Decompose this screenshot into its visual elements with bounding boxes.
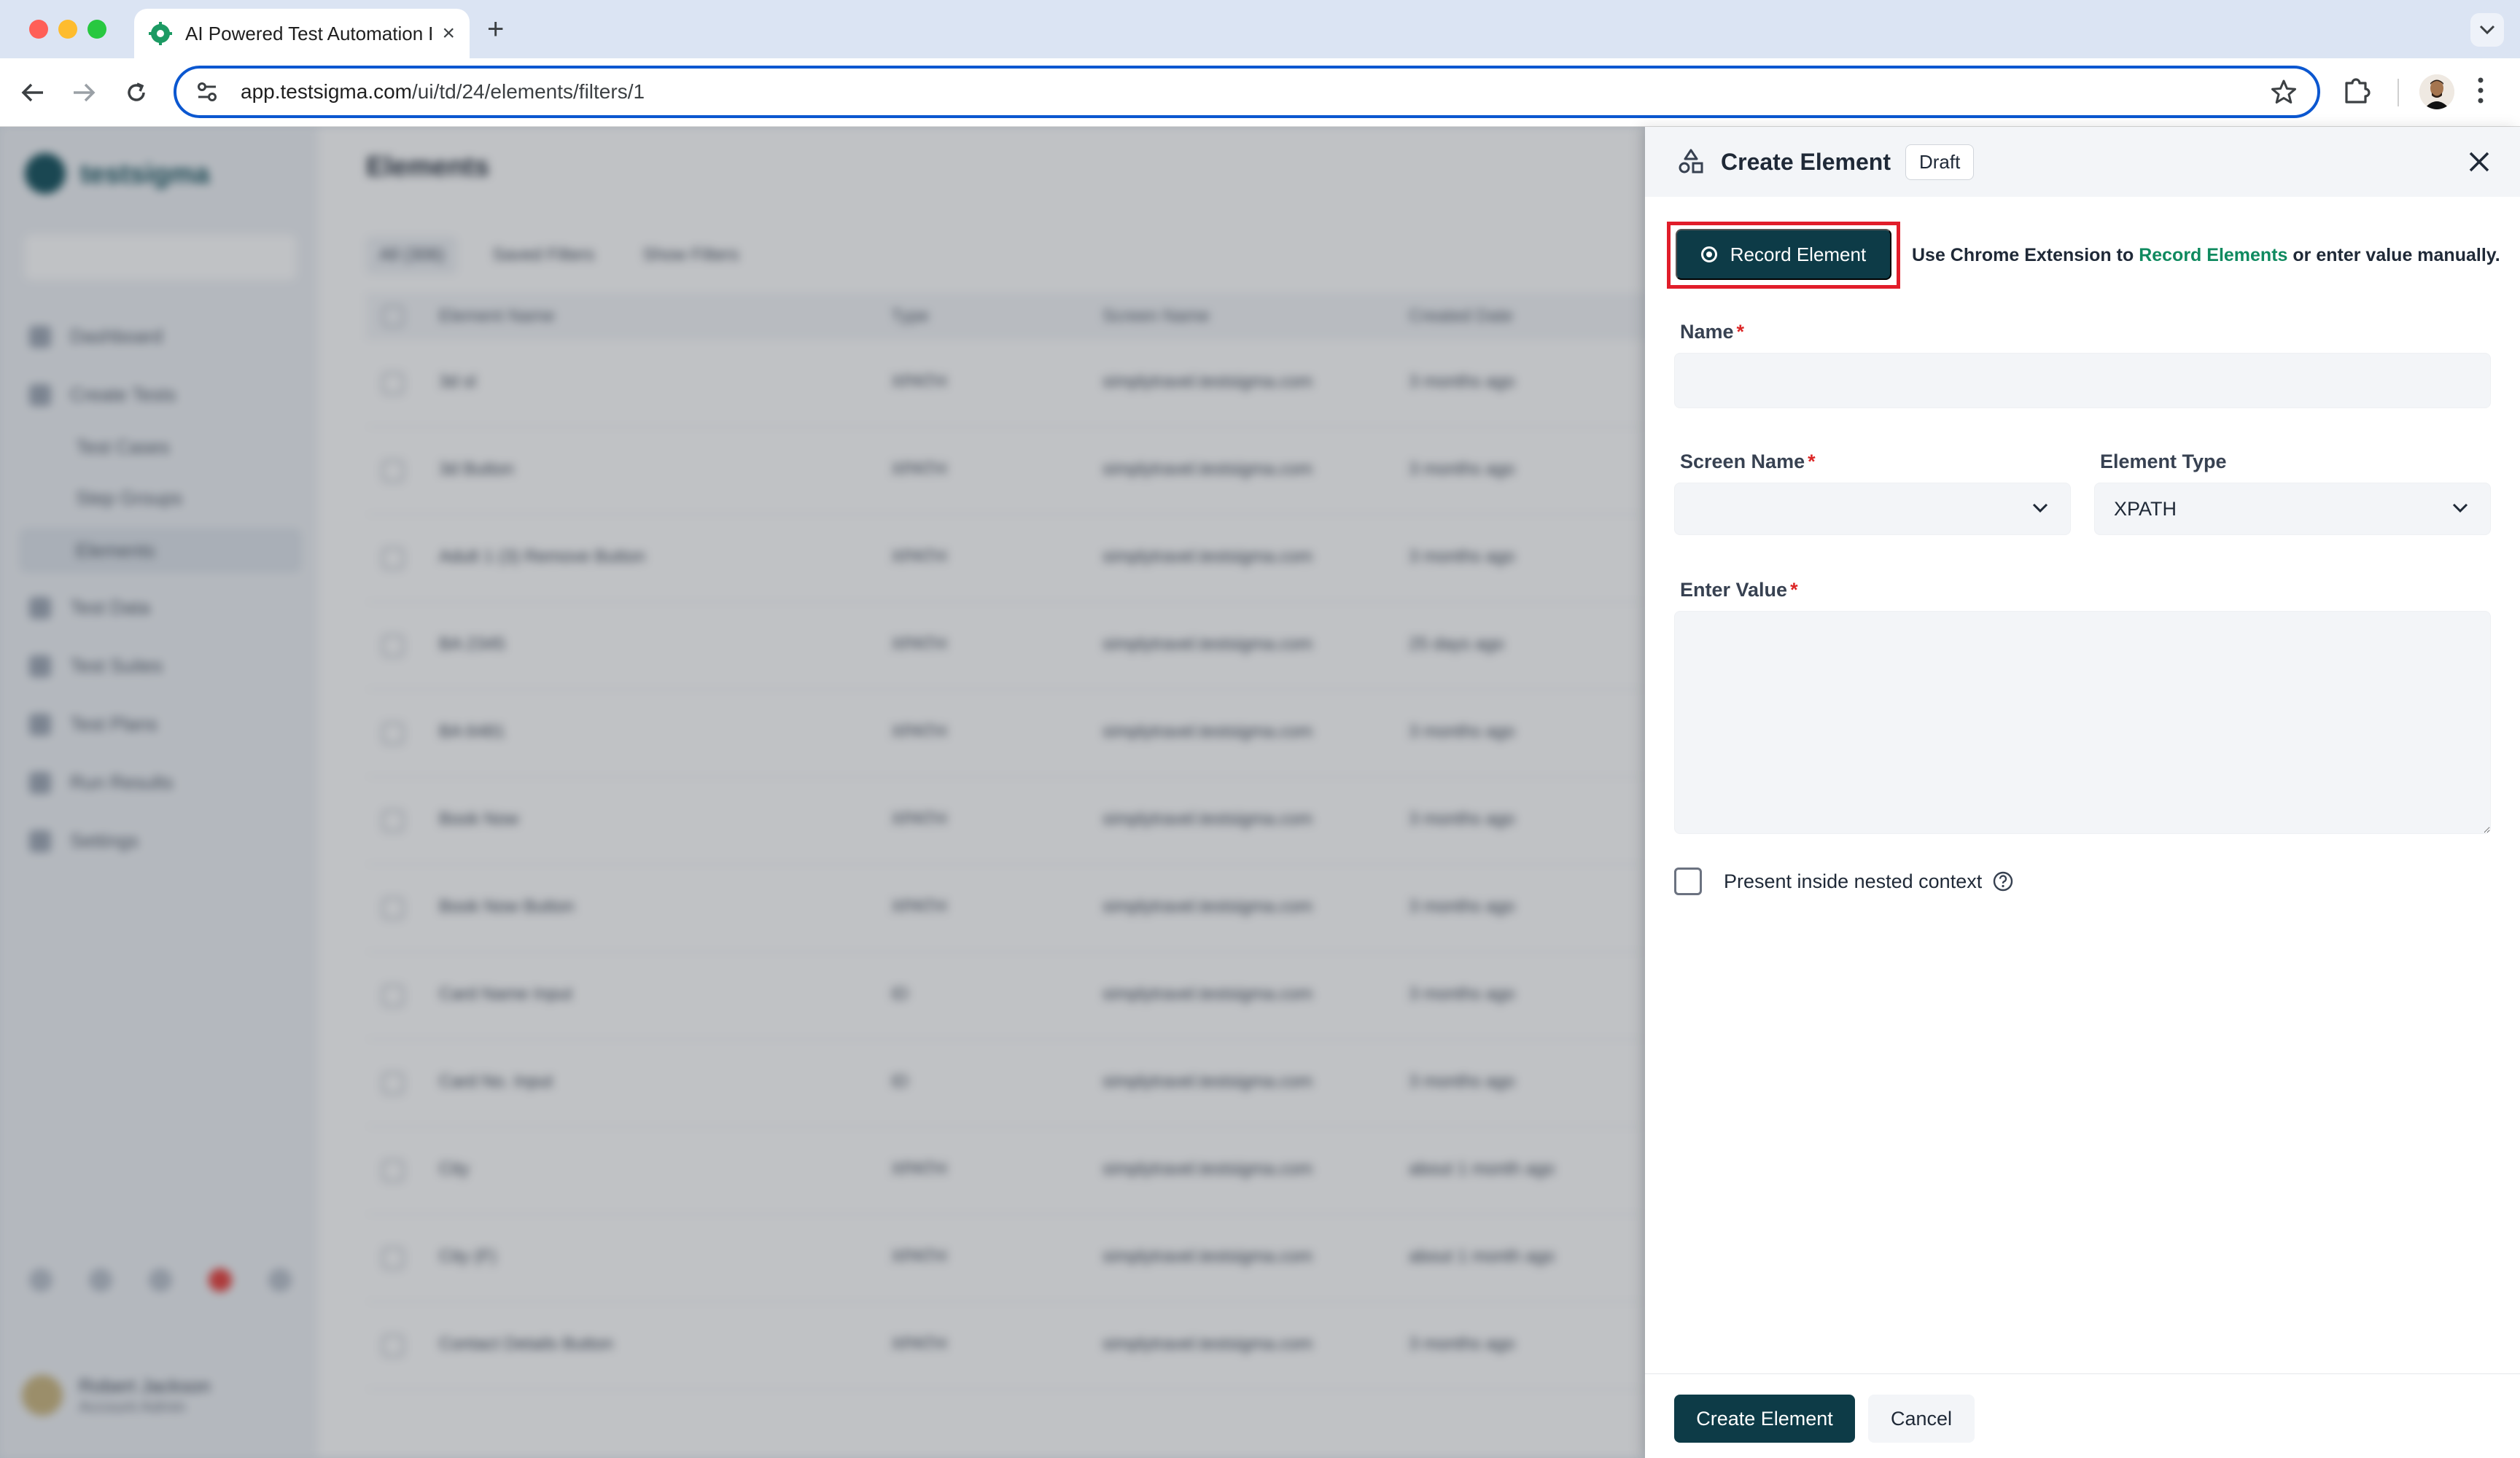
record-hint: Use Chrome Extension to Record Elements …	[1912, 245, 2500, 265]
profile-avatar[interactable]	[2419, 74, 2454, 109]
screen-name-select[interactable]	[1674, 483, 2071, 535]
drawer-footer: Create Element Cancel	[1645, 1373, 2520, 1458]
record-element-button[interactable]: Record Element	[1676, 229, 1891, 280]
toolbar-divider	[2398, 79, 2399, 106]
create-element-button[interactable]: Create Element	[1674, 1395, 1855, 1443]
address-bar[interactable]: app.testsigma.com/ui/td/24/elements/filt…	[174, 66, 2320, 118]
browser-toolbar: app.testsigma.com/ui/td/24/elements/filt…	[0, 58, 2520, 127]
record-elements-link[interactable]: Record Elements	[2139, 245, 2287, 265]
name-label: Name *	[1680, 321, 1745, 343]
drawer-header: Create Element Draft	[1645, 127, 2520, 197]
record-icon	[1700, 246, 1717, 262]
chevron-down-icon	[2032, 503, 2048, 513]
forward-arrow-icon[interactable]	[67, 76, 101, 109]
name-input[interactable]	[1674, 353, 2491, 408]
tab-search-chevron-icon[interactable]	[2470, 13, 2504, 47]
enter-value-label: Enter Value *	[1680, 579, 1798, 601]
modal-backdrop[interactable]	[0, 127, 1645, 1458]
nested-context-checkbox[interactable]	[1674, 868, 1702, 895]
cancel-button[interactable]: Cancel	[1868, 1395, 1975, 1443]
extensions-puzzle-icon[interactable]	[2341, 74, 2373, 106]
close-icon[interactable]	[2465, 147, 2494, 176]
nested-context-label[interactable]: Present inside nested context	[1724, 870, 1982, 893]
nested-context-option: Present inside nested context	[1674, 868, 2014, 895]
site-settings-icon[interactable]	[192, 77, 222, 106]
help-circle-icon[interactable]	[1992, 870, 2014, 892]
window-minimize-button[interactable]	[58, 20, 77, 39]
new-tab-plus-icon[interactable]: +	[487, 13, 504, 46]
screen-name-label: Screen Name *	[1680, 451, 1816, 472]
window-close-button[interactable]	[29, 20, 48, 39]
drawer-title: Create Element	[1721, 148, 1891, 175]
enter-value-textarea[interactable]	[1674, 611, 2491, 834]
browser-tab-bar: AI Powered Test Automation P × +	[0, 0, 2520, 58]
url-text: app.testsigma.com/ui/td/24/elements/filt…	[241, 80, 645, 103]
window-zoom-button[interactable]	[88, 20, 106, 39]
testsigma-favicon-icon	[149, 22, 172, 45]
reload-icon[interactable]	[120, 76, 153, 109]
bookmark-star-icon[interactable]	[2271, 79, 2297, 105]
shapes-icon	[1679, 149, 1703, 174]
create-element-drawer: Create Element Draft Record Element Use …	[1645, 127, 2520, 1458]
element-type-value: XPATH	[2114, 497, 2177, 520]
element-type-select[interactable]: XPATH	[2094, 483, 2491, 535]
browser-menu-icon[interactable]	[2475, 74, 2486, 106]
browser-tab-active[interactable]: AI Powered Test Automation P ×	[134, 9, 470, 58]
tab-close-icon[interactable]: ×	[442, 21, 455, 46]
tab-title: AI Powered Test Automation P	[185, 22, 432, 44]
element-type-label: Element Type	[2100, 451, 2227, 472]
back-arrow-icon[interactable]	[16, 76, 50, 109]
draft-badge: Draft	[1905, 144, 1975, 180]
chevron-down-icon	[2452, 503, 2468, 513]
